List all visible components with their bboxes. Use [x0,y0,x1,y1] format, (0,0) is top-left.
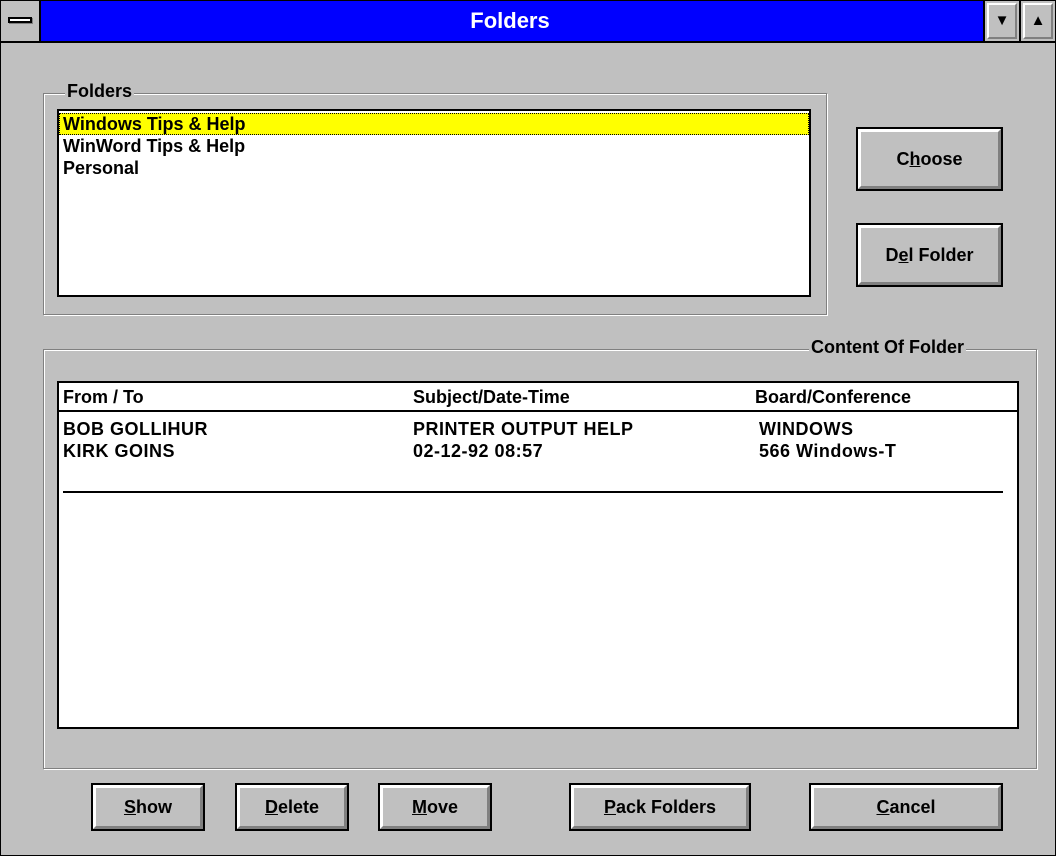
minimize-icon: ▼ [994,12,1010,29]
message-board: WINDOWS [759,419,854,439]
pack-accel: P [603,796,616,817]
choose-button[interactable]: Ch oose [856,127,1003,191]
messages-listbox[interactable]: From / To Subject/Date-Time Board/Confer… [57,381,1019,729]
message-from: BOB GOLLIHUR [63,419,208,439]
folder-item[interactable]: WinWord Tips & Help [59,135,809,157]
cancel-button[interactable]: Cancel [809,783,1003,831]
delete-label: elete [277,796,320,817]
folder-item[interactable]: Personal [59,157,809,179]
move-accel: M [411,796,427,817]
del-folder-button[interactable]: Del Folder [856,223,1003,287]
message-subject: PRINTER OUTPUT HELP [413,419,634,439]
move-button[interactable]: Move [378,783,492,831]
folder-item[interactable]: Windows Tips & Help [59,113,809,135]
column-header-board[interactable]: Board/Conference [755,387,911,408]
content-group-label: Content Of Folder [809,337,966,357]
choose-accel: h [909,148,921,169]
delete-button[interactable]: Delete [235,783,349,831]
choose-label-post: oose [920,148,963,169]
message-conference: 566 Windows-T [759,441,897,461]
show-accel: S [123,796,136,817]
del-folder-accel: e [898,244,909,265]
maximize-button[interactable]: ▲ [1019,1,1055,41]
column-header-subject[interactable]: Subject/Date-Time [413,387,570,408]
column-header-from[interactable]: From / To [63,387,144,408]
minimize-button[interactable]: ▼ [983,1,1019,41]
maximize-icon: ▲ [1030,12,1046,29]
message-from: KIRK GOINS [63,441,176,461]
pack-folders-button[interactable]: Pack Folders [569,783,751,831]
show-button[interactable]: Show [91,783,205,831]
delete-accel: D [264,796,278,817]
move-label: ove [426,796,459,817]
system-menu-button[interactable] [1,1,41,41]
folders-dialog: Folders ▼ ▲ Folders Windows Tips & Help W… [0,0,1056,856]
del-folder-label-post: l Folder [908,244,974,265]
message-separator [63,491,1003,493]
choose-label-pre: C [896,148,910,169]
del-folder-label-pre: D [885,244,899,265]
cancel-accel: C [876,796,890,817]
header-divider [59,410,1017,412]
folders-listbox[interactable]: Windows Tips & Help WinWord Tips & Help Pe… [57,109,811,297]
system-menu-icon [8,17,32,23]
pack-label: ack Folders [615,796,717,817]
window-title: Folders [470,8,550,33]
folders-group-label: Folders [65,81,135,101]
cancel-label: ancel [889,796,936,817]
show-label: how [136,796,172,817]
title-bar[interactable]: Folders ▼ ▲ [1,1,1055,43]
message-datetime: 02-12-92 08:57 [413,441,544,461]
